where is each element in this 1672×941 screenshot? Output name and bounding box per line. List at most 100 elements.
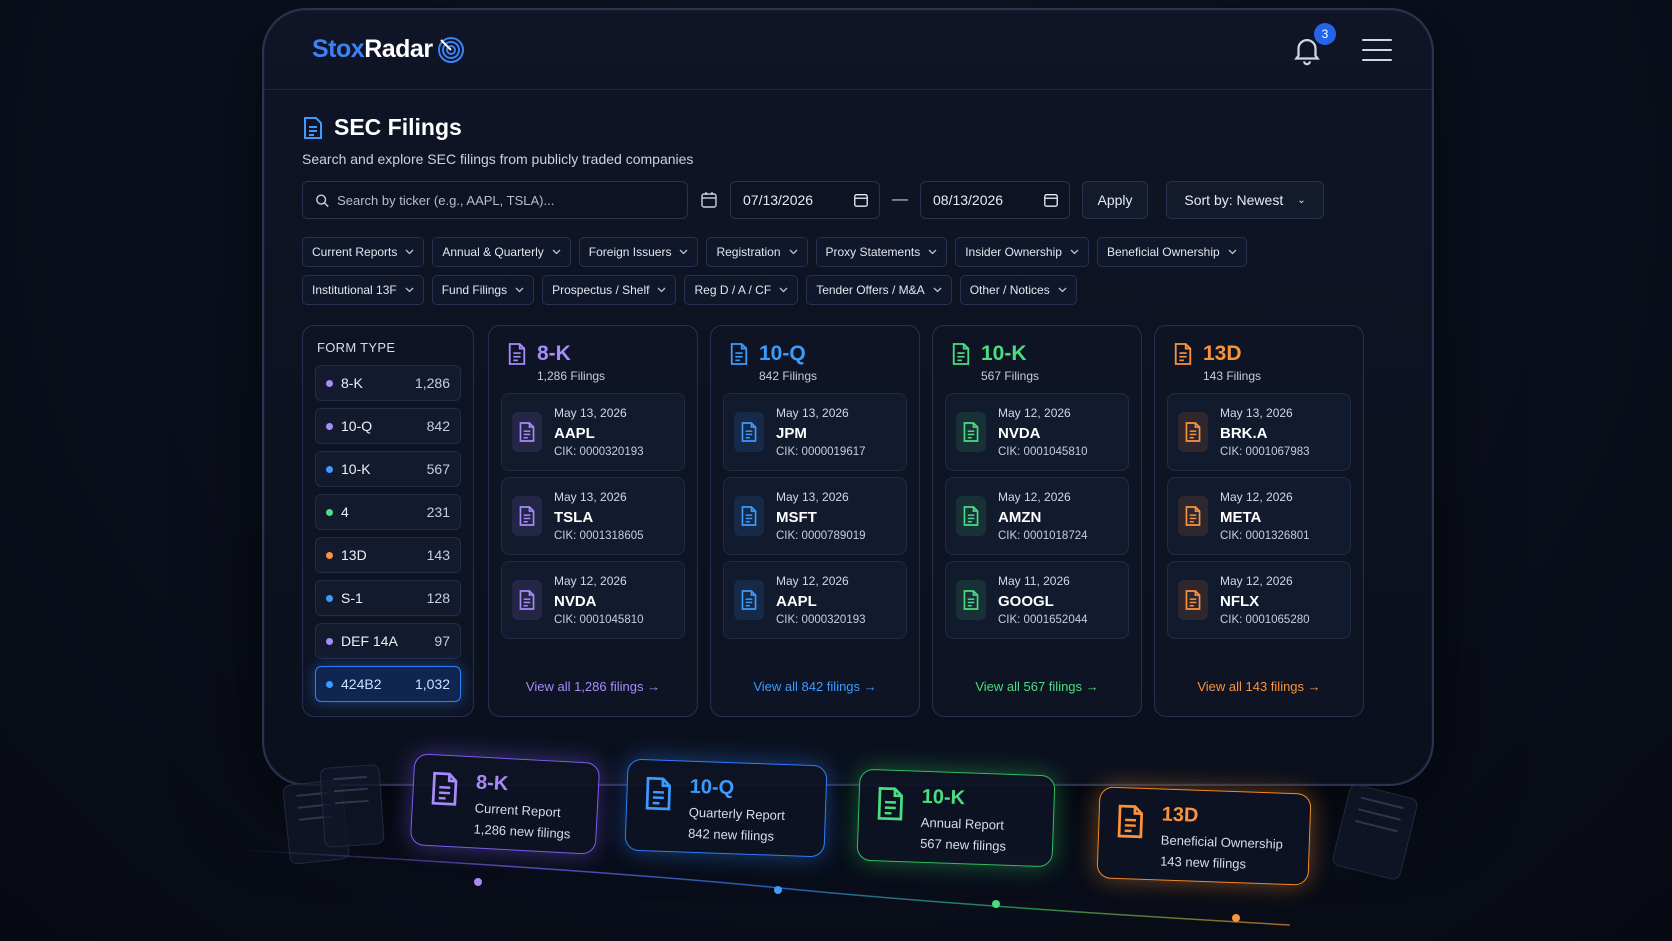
filter-chip[interactable]: Insider Ownership	[955, 237, 1089, 267]
form-type-item[interactable]: 424B2 1,032	[315, 666, 461, 702]
document-icon	[956, 580, 986, 620]
filing-date: May 12, 2026	[776, 574, 849, 588]
form-type-count: 1,032	[414, 676, 450, 692]
chevron-down-icon	[405, 285, 414, 295]
filing-cik: CIK: 0001652044	[998, 614, 1088, 626]
filter-chip[interactable]: Fund Filings	[431, 275, 535, 305]
filing-column: 10-Q 842 Filings May 13, 2026 JPM CIK: 00000…	[710, 325, 920, 717]
summary-form: 10-K	[921, 785, 966, 810]
search-input[interactable]	[337, 192, 675, 208]
chevron-down-icon: ⌄	[1297, 194, 1306, 206]
chevron-down-icon	[789, 247, 798, 257]
filter-chip[interactable]: Prospectus / Shelf	[542, 275, 677, 305]
filter-chip[interactable]: Annual & Quarterly	[432, 237, 571, 267]
view-all-label: View all 567 filings	[975, 679, 1083, 694]
filing-ticker: AMZN	[998, 509, 1042, 526]
form-type-label: 13D	[341, 547, 367, 563]
filing-ticker: NFLX	[1220, 593, 1260, 610]
document-icon	[1173, 342, 1193, 371]
form-type-count: 128	[426, 590, 450, 606]
filing-cik: CIK: 0001318605	[554, 530, 644, 542]
filter-chip[interactable]: Registration	[706, 237, 808, 267]
filing-cik: CIK: 0000320193	[776, 614, 866, 626]
filing-cik: CIK: 0000320193	[554, 446, 644, 458]
filing-ticker: GOOGL	[998, 593, 1054, 610]
filter-chip[interactable]: Reg D / A / CF	[684, 275, 799, 305]
document-icon	[951, 342, 971, 371]
notifications-button[interactable]: 3	[1290, 22, 1336, 67]
filing-ticker: MSFT	[776, 509, 817, 526]
hamburger-menu-icon[interactable]	[1362, 38, 1392, 61]
filing-card[interactable]: May 12, 2026 NFLX CIK: 0001065280	[1167, 561, 1351, 639]
document-icon	[1115, 802, 1146, 846]
search-box[interactable]	[302, 181, 688, 219]
arrow-right-icon: →	[1307, 679, 1321, 694]
filter-chip[interactable]: Beneficial Ownership	[1096, 237, 1247, 267]
filing-card[interactable]: May 12, 2026 META CIK: 0001326801	[1167, 477, 1351, 555]
date-to-field[interactable]: 08/13/2026	[920, 181, 1070, 219]
date-from-field[interactable]: 07/13/2026	[730, 181, 880, 219]
filing-card[interactable]: May 12, 2026 AMZN CIK: 0001018724	[945, 477, 1129, 555]
summary-type: Quarterly Report	[688, 804, 786, 824]
filing-ticker: META	[1220, 509, 1262, 526]
chevron-down-icon	[657, 285, 666, 295]
form-type-item[interactable]: 10-K 567	[315, 451, 461, 487]
apply-button[interactable]: Apply	[1082, 181, 1148, 219]
color-dot	[326, 637, 333, 645]
filter-chip[interactable]: Tender Offers / M&A	[806, 275, 952, 305]
form-type-item[interactable]: DEF 14A 97	[315, 623, 461, 659]
form-type-item[interactable]: 8-K 1,286	[315, 365, 461, 401]
top-bar: Stox Radar 3	[264, 10, 1432, 90]
chevron-down-icon	[1228, 247, 1237, 257]
form-type-item[interactable]: 13D 143	[315, 537, 461, 573]
calendar-icon[interactable]	[700, 191, 718, 209]
summary-card[interactable]: 13D Beneficial Ownership 143 new filings	[1096, 786, 1312, 886]
filter-chip[interactable]: Foreign Issuers	[578, 237, 699, 267]
filter-chip[interactable]: Proxy Statements	[815, 237, 948, 267]
chevron-down-icon	[1058, 285, 1067, 295]
column-form-title: 13D	[1203, 342, 1242, 365]
decorative-document	[319, 764, 385, 848]
filing-card[interactable]: May 13, 2026 MSFT CIK: 0000789019	[723, 477, 907, 555]
filing-cik: CIK: 0000789019	[776, 530, 866, 542]
summary-card[interactable]: 10-Q Quarterly Report 842 new filings	[624, 758, 828, 858]
document-icon	[729, 342, 749, 371]
summary-card[interactable]: 8-K Current Report 1,286 new filings	[409, 753, 601, 855]
document-icon	[428, 769, 460, 814]
filter-chip[interactable]: Other / Notices	[959, 275, 1077, 305]
sort-dropdown[interactable]: Sort by: Newest ⌄	[1166, 181, 1324, 219]
filing-card[interactable]: May 12, 2026 NVDA CIK: 0001045810	[945, 393, 1129, 471]
filing-card[interactable]: May 13, 2026 TSLA CIK: 0001318605	[501, 477, 685, 555]
form-type-header: FORM TYPE	[317, 340, 396, 355]
filing-card[interactable]: May 13, 2026 JPM CIK: 0000019617	[723, 393, 907, 471]
filter-chip[interactable]: Institutional 13F	[302, 275, 424, 305]
filing-card[interactable]: May 13, 2026 BRK.A CIK: 0001067983	[1167, 393, 1351, 471]
form-type-item[interactable]: 4 231	[315, 494, 461, 530]
view-all-link[interactable]: View all 1,286 filings →	[489, 679, 697, 694]
form-type-label: 4	[341, 504, 349, 520]
filing-date: May 12, 2026	[1220, 574, 1293, 588]
filing-card[interactable]: May 11, 2026 GOOGL CIK: 0001652044	[945, 561, 1129, 639]
filing-cik: CIK: 0001045810	[998, 446, 1088, 458]
filing-card[interactable]: May 12, 2026 NVDA CIK: 0001045810	[501, 561, 685, 639]
filter-chip-label: Current Reports	[312, 245, 398, 259]
filter-chip-label: Annual & Quarterly	[442, 245, 544, 259]
view-all-link[interactable]: View all 567 filings →	[933, 679, 1141, 694]
summary-card[interactable]: 10-K Annual Report 567 new filings	[856, 768, 1056, 868]
form-type-panel: FORM TYPE 8-K 1,286 10-Q 842 10-K 567 4 231 13D 1…	[302, 325, 474, 717]
filing-date: May 13, 2026	[776, 406, 849, 420]
form-type-item[interactable]: 10-Q 842	[315, 408, 461, 444]
filing-card[interactable]: May 13, 2026 AAPL CIK: 0000320193	[501, 393, 685, 471]
filing-ticker: NVDA	[998, 425, 1041, 442]
filing-cik: CIK: 0001045810	[554, 614, 644, 626]
view-all-link[interactable]: View all 842 filings →	[711, 679, 919, 694]
form-type-item[interactable]: S-1 128	[315, 580, 461, 616]
summary-type: Annual Report	[920, 814, 1005, 833]
logo[interactable]: Stox Radar	[312, 35, 465, 64]
view-all-link[interactable]: View all 143 filings →	[1155, 679, 1363, 694]
document-icon	[956, 412, 986, 452]
sort-label: Sort by: Newest	[1184, 192, 1284, 208]
filing-card[interactable]: May 12, 2026 AAPL CIK: 0000320193	[723, 561, 907, 639]
filter-chip[interactable]: Current Reports	[302, 237, 425, 267]
app-window: Stox Radar 3 SEC Filings Search and expl…	[262, 8, 1434, 786]
